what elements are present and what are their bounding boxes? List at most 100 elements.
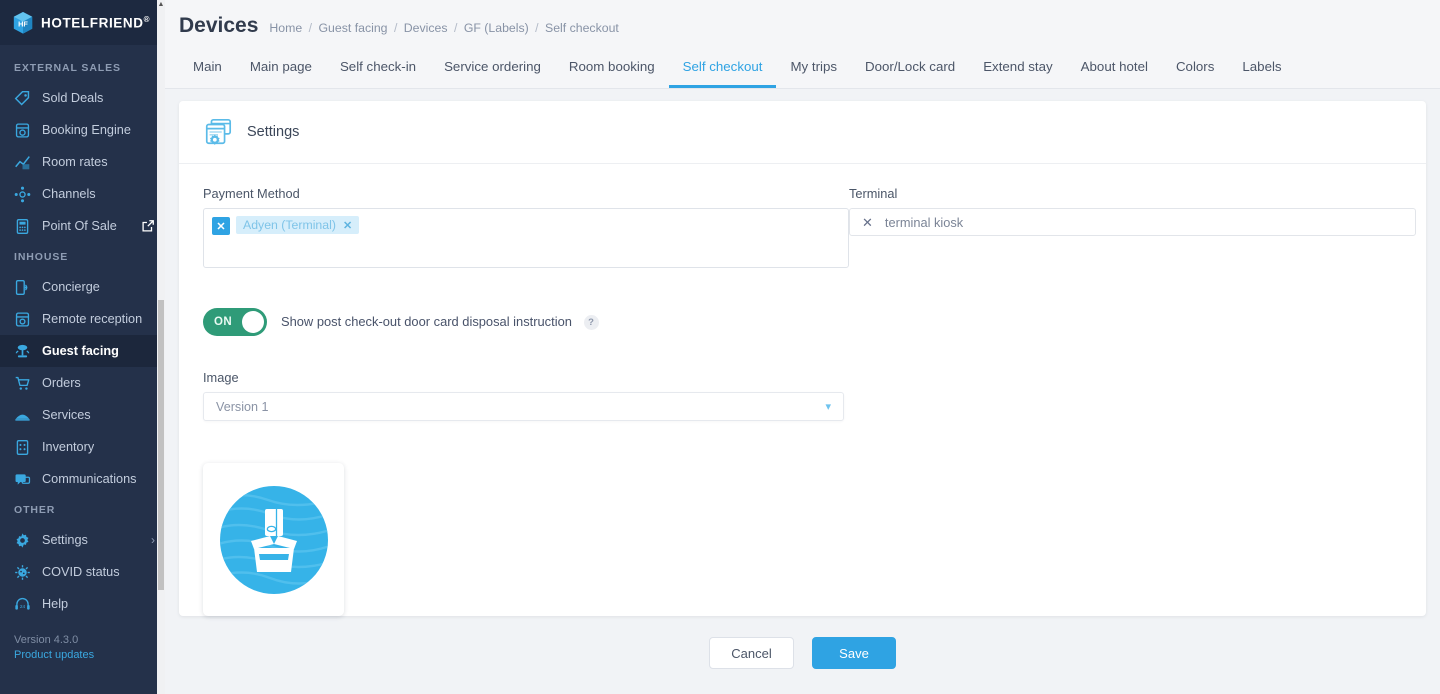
- sidebar-item-inventory[interactable]: Inventory: [0, 431, 165, 463]
- cart-icon: [15, 376, 30, 390]
- tab-labels[interactable]: Labels: [1228, 48, 1295, 88]
- app-root: HF HOTELFRIEND® « EXTERNAL SALES Sold De…: [0, 0, 1440, 694]
- sidebar-item-label: Settings: [42, 533, 88, 547]
- payment-method-chip[interactable]: Adyen (Terminal) ✕: [236, 216, 360, 234]
- door-card-instruction-toggle[interactable]: ON: [203, 308, 267, 336]
- chevron-down-icon[interactable]: ▾: [825, 400, 831, 413]
- inventory-icon: [16, 439, 29, 455]
- sidebar-item-services[interactable]: Services: [0, 399, 165, 431]
- chevron-right-icon[interactable]: ›: [151, 533, 155, 547]
- tab-self-check-in[interactable]: Self check-in: [326, 48, 430, 88]
- services-icon: [15, 414, 30, 421]
- x-icon[interactable]: ✕: [862, 216, 873, 229]
- breadcrumb: Home / Guest facing / Devices / GF (Labe…: [269, 21, 618, 35]
- card-into-box-icon: [219, 485, 328, 594]
- sidebar-item-guest-facing[interactable]: Guest facing: [0, 335, 165, 367]
- tab-extend-stay[interactable]: Extend stay: [969, 48, 1066, 88]
- sidebar-item-communications[interactable]: Communications: [0, 463, 165, 495]
- sidebar-item-covid-status[interactable]: COVID status: [0, 556, 165, 588]
- registered-mark: ®: [143, 14, 151, 24]
- concierge-icon: [15, 279, 28, 295]
- settings-card-title: Settings: [247, 124, 300, 140]
- sidebar-footer: Version 4.3.0 Product updates: [0, 620, 165, 673]
- tab-bar: Main Main page Self check-in Service ord…: [165, 48, 1440, 89]
- content-area: Settings Payment Method ✕ Adyen (Termina…: [165, 89, 1440, 694]
- gear-icon: [16, 532, 29, 548]
- tab-main-page[interactable]: Main page: [236, 48, 326, 88]
- breadcrumb-item-gf-labels[interactable]: GF (Labels): [464, 21, 529, 35]
- breadcrumb-item-self-checkout[interactable]: Self checkout: [545, 21, 619, 35]
- x-icon[interactable]: ✕: [212, 217, 230, 235]
- sidebar-item-label: Orders: [42, 376, 81, 390]
- tab-my-trips[interactable]: My trips: [776, 48, 851, 88]
- sidebar-item-orders[interactable]: Orders: [0, 367, 165, 399]
- tab-colors[interactable]: Colors: [1162, 48, 1228, 88]
- sidebar-item-sold-deals[interactable]: Sold Deals: [0, 82, 165, 114]
- tab-about-hotel[interactable]: About hotel: [1067, 48, 1162, 88]
- sidebar-item-label: Point Of Sale: [42, 219, 117, 233]
- sidebar-item-settings[interactable]: Settings ›: [0, 524, 165, 556]
- toggle-label: Show post check-out door card disposal i…: [281, 313, 599, 331]
- sidebar-item-trailing[interactable]: [141, 219, 155, 233]
- sidebar-item-concierge[interactable]: Concierge: [0, 271, 165, 303]
- breadcrumb-separator: /: [535, 21, 539, 35]
- sidebar-brand[interactable]: HF HOTELFRIEND® «: [0, 0, 165, 45]
- chart-icon: [15, 155, 30, 169]
- sidebar-item-point-of-sale[interactable]: Point Of Sale: [0, 210, 165, 242]
- terminal-input[interactable]: ✕ terminal kiosk: [849, 208, 1416, 236]
- tab-room-booking[interactable]: Room booking: [555, 48, 669, 88]
- sidebar-item-label: COVID status: [42, 565, 120, 579]
- svg-text:HF: HF: [18, 19, 28, 28]
- sidebar-item-remote-reception[interactable]: Remote reception: [0, 303, 165, 335]
- sidebar-item-room-rates[interactable]: Room rates: [0, 146, 165, 178]
- tab-main[interactable]: Main: [179, 48, 236, 88]
- image-preview-card[interactable]: [203, 463, 344, 616]
- sidebar-item-label: Room rates: [42, 155, 108, 169]
- toggle-state-text: ON: [214, 316, 233, 328]
- sidebar-item-label: Sold Deals: [42, 91, 104, 105]
- sidebar-item-label: Booking Engine: [42, 123, 131, 137]
- pos-icon: [16, 218, 29, 234]
- sidebar-section-other: OTHER: [14, 504, 56, 516]
- x-icon[interactable]: ✕: [343, 219, 352, 232]
- toggle-label-text: Show post check-out door card disposal i…: [281, 313, 572, 329]
- sidebar-scrollbar[interactable]: ▲: [157, 0, 165, 694]
- sidebar-scrollbar-thumb[interactable]: [158, 300, 164, 590]
- guest-facing-icon: [15, 344, 30, 357]
- toggle-knob: [242, 311, 264, 333]
- booking-icon: [15, 122, 30, 138]
- sidebar: HF HOTELFRIEND® « EXTERNAL SALES Sold De…: [0, 0, 165, 694]
- tab-service-ordering[interactable]: Service ordering: [430, 48, 555, 88]
- tab-door-lock-card[interactable]: Door/Lock card: [851, 48, 969, 88]
- breadcrumb-separator: /: [393, 21, 398, 35]
- image-label: Image: [203, 370, 239, 385]
- breadcrumb-item-guest-facing[interactable]: Guest facing: [318, 21, 387, 35]
- sidebar-version: Version 4.3.0: [14, 634, 79, 646]
- main-area: Devices Home / Guest facing / Devices / …: [165, 0, 1440, 694]
- sidebar-item-label: Inventory: [42, 440, 95, 454]
- scroll-up-arrow-icon[interactable]: ▲: [157, 0, 165, 10]
- sidebar-item-label: Guest facing: [42, 344, 119, 358]
- breadcrumb-separator: /: [453, 21, 458, 35]
- virus-icon: [15, 564, 30, 580]
- settings-windows-icon: [205, 118, 232, 145]
- sidebar-item-booking-engine[interactable]: Booking Engine: [0, 114, 165, 146]
- sidebar-item-channels[interactable]: Channels: [0, 178, 165, 210]
- payment-method-label: Payment Method: [203, 186, 300, 201]
- tab-self-checkout[interactable]: Self checkout: [668, 48, 777, 88]
- fields-row: Payment Method ✕ Adyen (Terminal) ✕ Term…: [203, 186, 1416, 268]
- question-mark-icon[interactable]: ?: [583, 315, 599, 331]
- image-group: Image Version 1 ▾: [203, 370, 1402, 616]
- breadcrumb-item-devices[interactable]: Devices: [404, 21, 448, 35]
- sidebar-item-help[interactable]: 24 Help: [0, 588, 165, 620]
- settings-card: Settings Payment Method ✕ Adyen (Termina…: [179, 101, 1426, 616]
- image-version-select[interactable]: Version 1 ▾: [203, 392, 844, 421]
- svg-text:24: 24: [20, 603, 26, 609]
- breadcrumb-item-home[interactable]: Home: [269, 21, 302, 35]
- cancel-button[interactable]: Cancel: [709, 637, 794, 669]
- payment-method-input[interactable]: ✕ Adyen (Terminal) ✕: [203, 208, 849, 268]
- sidebar-product-updates-link[interactable]: Product updates: [14, 649, 165, 661]
- terminal-group: Terminal ✕ terminal kiosk: [849, 186, 1416, 268]
- save-button[interactable]: Save: [812, 637, 896, 669]
- page-title: Devices: [179, 14, 259, 37]
